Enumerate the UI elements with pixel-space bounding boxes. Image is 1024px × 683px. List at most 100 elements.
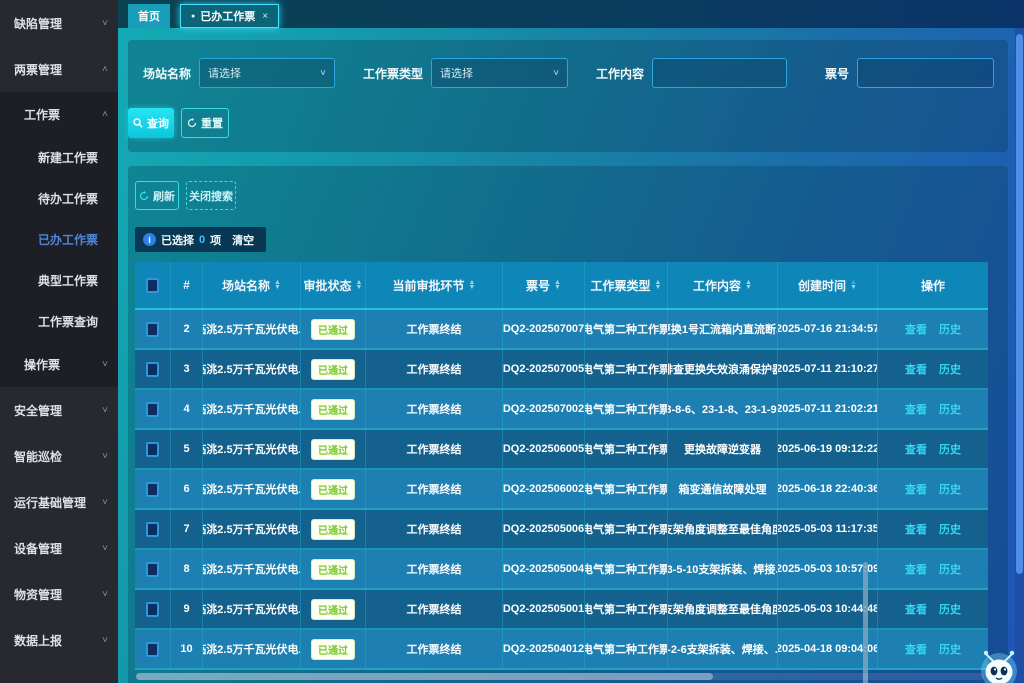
horizontal-scrollbar[interactable] (136, 673, 984, 680)
column-header-label: 工作票类型 (591, 277, 651, 294)
sidebar-item-data-report[interactable]: 数据上报˅ (0, 617, 118, 663)
view-link[interactable]: 查看 (905, 561, 927, 577)
tab-done-work-ticket[interactable]: ●已办工作票× (180, 4, 279, 28)
station-name-select-value: 请选择 (208, 65, 241, 81)
query-button-label: 查询 (147, 115, 169, 131)
station-name-select[interactable]: 请选择 ˅ (199, 58, 335, 88)
row-checkbox[interactable] (146, 642, 159, 657)
sidebar-item-defect-management[interactable]: 缺陷管理˅ (0, 0, 118, 46)
view-link[interactable]: 查看 (905, 521, 927, 537)
sidebar-item-done-work-ticket[interactable]: 已办工作票 (0, 219, 118, 260)
row-checkbox[interactable] (146, 482, 159, 497)
ticket-number-cell: DQ2-202504012 (503, 630, 585, 668)
history-link[interactable]: 历史 (939, 521, 961, 537)
approval-status-cell: 已通过 (301, 510, 366, 548)
row-checkbox[interactable] (146, 442, 159, 457)
view-link[interactable]: 查看 (905, 641, 927, 657)
sidebar-item-label: 缺陷管理 (14, 15, 62, 32)
status-badge: 已通过 (311, 439, 355, 460)
sort-icon[interactable]: ▲▼ (469, 280, 476, 290)
ticket-type-select[interactable]: 请选择 ˅ (431, 58, 568, 88)
approval-step-cell: 工作票终结 (366, 310, 503, 348)
history-link[interactable]: 历史 (939, 481, 961, 497)
query-button[interactable]: 查询 (128, 108, 174, 138)
approval-status-cell: 已通过 (301, 350, 366, 388)
row-checkbox[interactable] (146, 562, 159, 577)
work-content-cell: 支架角度调整至最佳角度 (668, 590, 778, 628)
row-checkbox[interactable] (146, 522, 159, 537)
reset-button[interactable]: 重置 (181, 108, 229, 138)
sort-icon[interactable]: ▲▼ (554, 280, 561, 290)
sidebar-item-equipment-management[interactable]: 设备管理˅ (0, 525, 118, 571)
search-icon (133, 118, 143, 128)
view-link[interactable]: 查看 (905, 401, 927, 417)
sidebar-item-operation-ticket[interactable]: 操作票˅ (0, 342, 118, 387)
assistant-robot-button[interactable] (976, 645, 1022, 683)
row-checkbox[interactable] (146, 322, 159, 337)
table-row: 5临洮2.5万千瓦光伏电...已通过工作票终结DQ2-202506005电气第二… (135, 430, 988, 470)
select-all-checkbox[interactable] (146, 278, 159, 293)
horizontal-scrollbar-thumb[interactable] (136, 673, 713, 680)
history-link[interactable]: 历史 (939, 321, 961, 337)
search-form-row: 场站名称 请选择 ˅ 工作票类型 请选择 ˅ 工作内容 票号 (128, 40, 1008, 88)
sidebar-item-label: 运行基础管理 (14, 494, 86, 511)
row-index-cell: 9 (171, 590, 203, 628)
sidebar-item-typical-work-ticket[interactable]: 典型工作票 (0, 260, 118, 301)
view-link[interactable]: 查看 (905, 601, 927, 617)
sidebar-item-work-ticket-query[interactable]: 工作票查询 (0, 301, 118, 342)
view-link[interactable]: 查看 (905, 441, 927, 457)
column-header-ticket-no[interactable]: 票号▲▼ (503, 262, 585, 308)
column-header-content[interactable]: 工作内容▲▼ (668, 262, 778, 308)
sort-icon[interactable]: ▲▼ (655, 280, 662, 290)
history-link[interactable]: 历史 (939, 561, 961, 577)
work-content-input[interactable] (652, 58, 787, 88)
column-header-station[interactable]: 场站名称▲▼ (203, 262, 301, 308)
chevron-down-icon: ˅ (102, 543, 108, 554)
sort-icon[interactable]: ▲▼ (356, 280, 363, 290)
history-link[interactable]: 历史 (939, 601, 961, 617)
clear-selection-link[interactable]: 清空 (232, 232, 254, 248)
column-header-status[interactable]: 审批状态▲▼ (301, 262, 366, 308)
column-header-created[interactable]: 创建时间▲▼ (778, 262, 878, 308)
history-link[interactable]: 历史 (939, 401, 961, 417)
sort-icon[interactable]: ▲▼ (850, 280, 857, 290)
sidebar-item-material-management[interactable]: 物资管理˅ (0, 571, 118, 617)
column-header-step[interactable]: 当前审批环节 ▲▼ (366, 262, 503, 308)
column-header-type[interactable]: 工作票类型 ▲▼ (585, 262, 668, 308)
status-badge: 已通过 (311, 359, 355, 380)
sidebar-item-safety-management[interactable]: 安全管理˅ (0, 387, 118, 433)
sort-icon[interactable]: ▲▼ (274, 280, 281, 290)
row-checkbox[interactable] (146, 402, 159, 417)
sidebar-item-work-ticket[interactable]: 工作票˄ (0, 92, 118, 137)
page-scrollbar-thumb[interactable] (1016, 34, 1023, 574)
row-checkbox[interactable] (146, 602, 159, 617)
column-header-label: 当前审批环节 (393, 277, 465, 294)
sidebar-item-pending-work-ticket[interactable]: 待办工作票 (0, 178, 118, 219)
status-badge: 已通过 (311, 519, 355, 540)
sidebar-item-new-work-ticket[interactable]: 新建工作票 (0, 137, 118, 178)
page-scrollbar[interactable] (1015, 28, 1024, 683)
history-link[interactable]: 历史 (939, 441, 961, 457)
row-checkbox-cell (135, 550, 171, 588)
sidebar-item-two-ticket-management[interactable]: 两票管理˄ (0, 46, 118, 92)
sidebar-item-label: 两票管理 (14, 61, 62, 78)
ticket-number-cell: DQ2-202505004 (503, 550, 585, 588)
sort-icon[interactable]: ▲▼ (745, 280, 752, 290)
ticket-type-cell: 电气第二种工作票 (585, 390, 668, 428)
refresh-button[interactable]: 刷新 (135, 181, 179, 210)
ticket-number-input[interactable] (857, 58, 994, 88)
close-search-button[interactable]: 关闭搜索 (186, 181, 236, 210)
view-link[interactable]: 查看 (905, 321, 927, 337)
search-buttons-row: 查询 重置 (128, 108, 1008, 138)
sidebar-item-operation-basic-management[interactable]: 运行基础管理˅ (0, 479, 118, 525)
tab-home[interactable]: 首页 (128, 4, 170, 28)
history-link[interactable]: 历史 (939, 641, 961, 657)
view-link[interactable]: 查看 (905, 481, 927, 497)
row-checkbox[interactable] (146, 362, 159, 377)
sidebar-item-smart-inspection[interactable]: 智能巡检˅ (0, 433, 118, 479)
table-scrollbar-thumb[interactable] (863, 562, 868, 683)
tab-close-icon[interactable]: × (262, 11, 268, 22)
history-link[interactable]: 历史 (939, 361, 961, 377)
view-link[interactable]: 查看 (905, 361, 927, 377)
station-name-cell: 临洮2.5万千瓦光伏电... (203, 590, 301, 628)
